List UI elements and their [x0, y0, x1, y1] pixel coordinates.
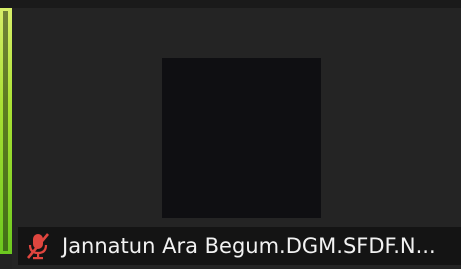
mic-muted-icon: [26, 232, 50, 260]
tile-top-strip: [0, 0, 461, 8]
meeting-video-stage: Jannatun Ara Begum.DGM.SFDF.N...: [0, 0, 461, 269]
participant-video-feed: [162, 58, 321, 218]
participant-name-bar: Jannatun Ara Begum.DGM.SFDF.N...: [18, 227, 461, 265]
participant-name-label: Jannatun Ara Begum.DGM.SFDF.N...: [62, 234, 436, 258]
active-speaker-border: [0, 8, 12, 254]
